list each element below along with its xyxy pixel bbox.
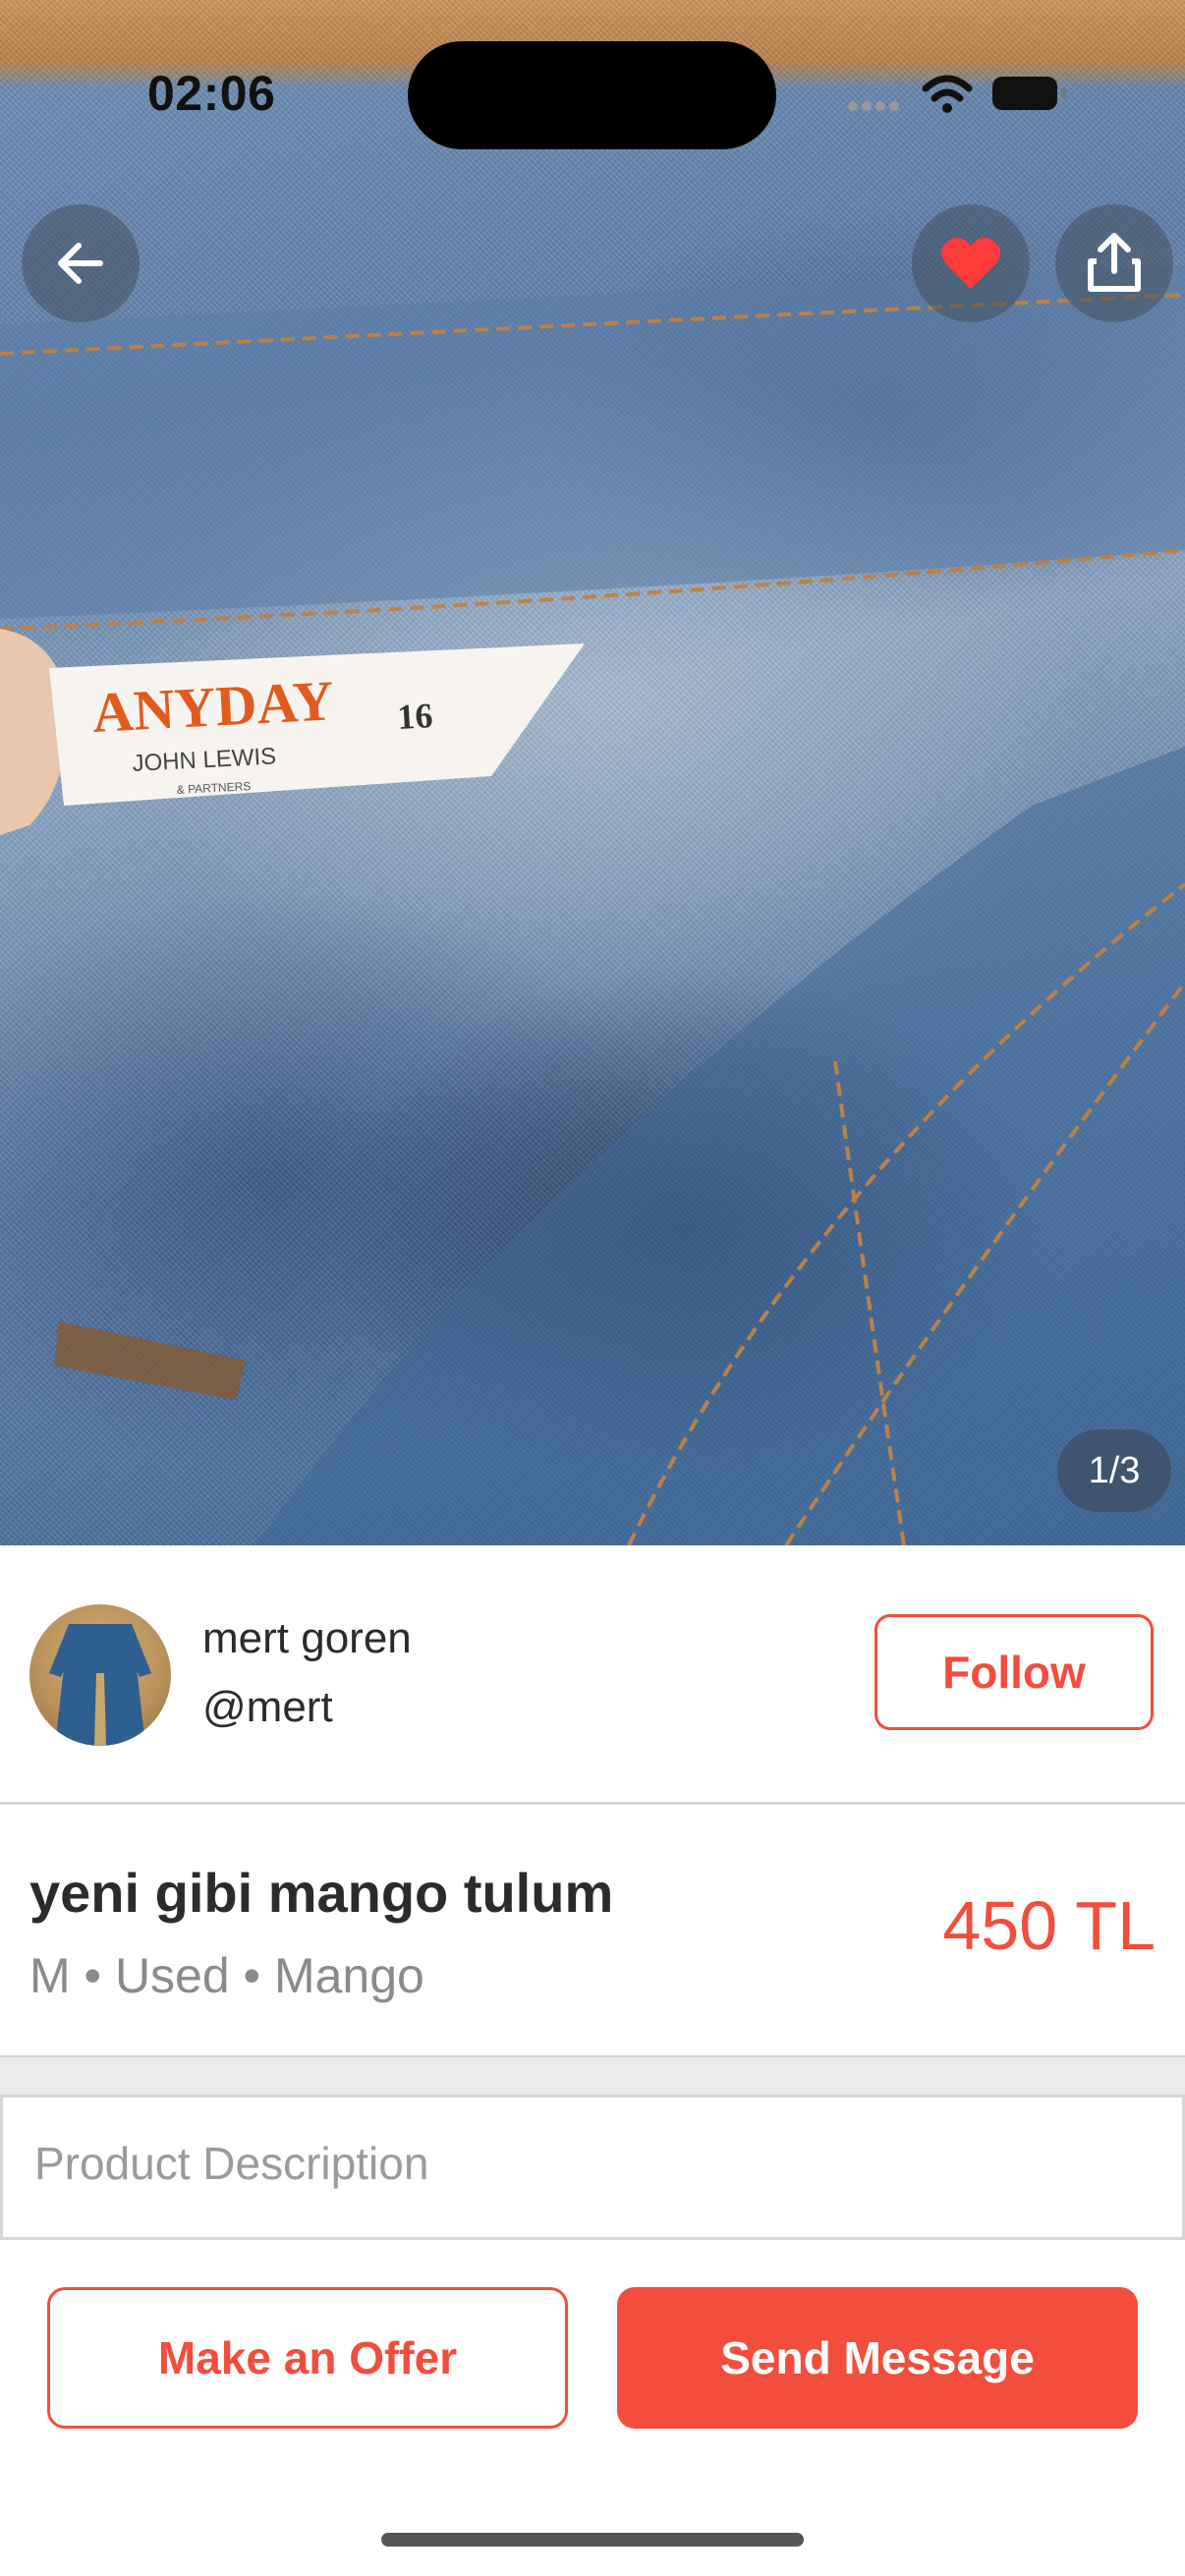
jacket-flap <box>255 747 1185 1545</box>
label-brand-text: ANYDAY <box>90 668 335 745</box>
divider <box>0 1802 1185 1805</box>
make-offer-button[interactable]: Make an Offer <box>47 2287 568 2429</box>
status-time: 02:06 <box>147 66 276 121</box>
share-button[interactable] <box>1055 204 1173 322</box>
back-arrow-icon <box>58 243 103 284</box>
product-description[interactable]: Product Description <box>0 2095 1185 2240</box>
section-gap <box>0 2057 1185 2095</box>
seller-row: mert goren @mert Follow <box>0 1545 1185 1803</box>
leather-tab <box>54 1321 246 1400</box>
heart-icon <box>941 237 1000 289</box>
seller-name[interactable]: mert goren <box>202 1614 412 1663</box>
description-label: Product Description <box>34 2138 429 2189</box>
home-indicator[interactable] <box>381 2533 804 2547</box>
product-title: yeni gibi mango tulum <box>29 1862 614 1924</box>
avatar[interactable] <box>29 1604 171 1746</box>
label-line3-text: & PARTNERS <box>176 779 251 797</box>
seller-handle[interactable]: @mert <box>202 1683 333 1732</box>
favorite-button[interactable] <box>912 204 1030 322</box>
battery-icon <box>992 77 1066 110</box>
dynamic-island <box>408 41 776 149</box>
status-icons <box>845 69 1081 123</box>
wifi-icon <box>922 75 973 113</box>
image-counter: 1/3 <box>1057 1429 1171 1512</box>
send-message-button[interactable]: Send Message <box>617 2287 1138 2429</box>
avatar-image <box>49 1624 151 1746</box>
product-photo[interactable]: ANYDAY 16 JOHN LEWIS & PARTNERS 02:06 1/… <box>0 0 1185 1545</box>
product-meta: M • Used • Mango <box>29 1948 424 2003</box>
signal-icon <box>848 101 899 111</box>
share-icon <box>1088 233 1141 292</box>
label-size-text: 16 <box>396 696 433 737</box>
back-button[interactable] <box>22 204 140 322</box>
collar-band <box>0 265 1185 619</box>
product-info: yeni gibi mango tulum M • Used • Mango 4… <box>0 1806 1185 2057</box>
product-price: 450 TL <box>942 1887 1156 1964</box>
follow-button[interactable]: Follow <box>875 1614 1154 1730</box>
